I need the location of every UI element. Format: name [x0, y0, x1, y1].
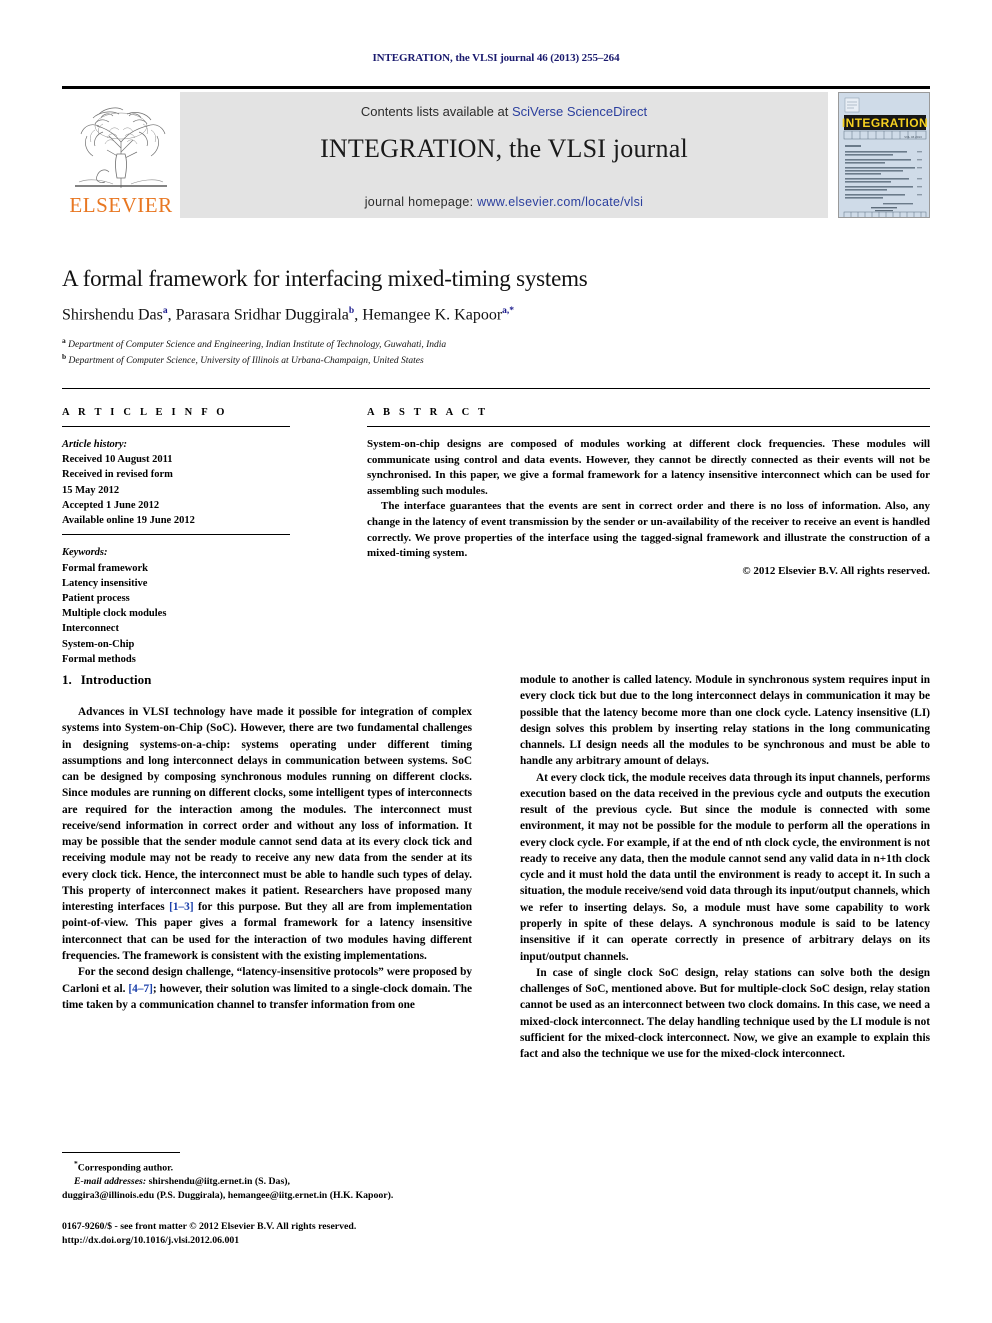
author-name: Shirshendu Das [62, 306, 163, 324]
author-affil-mark: a [162, 306, 168, 316]
keyword-item: Patient process [62, 592, 130, 604]
keywords-block: Keywords: Formal framework Latency insen… [62, 545, 290, 667]
keyword-item: Interconnect [62, 623, 119, 635]
history-item: Received in revised form [62, 469, 173, 481]
affiliation: a Department of Computer Science and Eng… [62, 336, 930, 352]
article-history-label: Article history: [62, 439, 128, 450]
body-paragraph: Advances in VLSI technology have made it… [62, 706, 472, 962]
elsevier-tree-icon [75, 107, 167, 188]
section-title: Introduction [80, 672, 152, 687]
journal-homepage-line: journal homepage: www.elsevier.com/locat… [180, 195, 828, 209]
article-info-rule [62, 426, 290, 427]
abstract-paragraph: System-on-chip designs are composed of m… [367, 438, 930, 497]
citation-reference[interactable]: [4–7] [128, 983, 152, 995]
title-block: A formal framework for interfacing mixed… [62, 266, 930, 368]
article-info-heading: A R T I C L E I N F O [62, 407, 228, 418]
section-number: 1. [62, 672, 72, 687]
svg-text:VOL 46 2013: VOL 46 2013 [904, 135, 922, 139]
article-info-column: A R T I C L E I N F O Article history: R… [62, 407, 290, 667]
author-affil-mark: a,* [502, 306, 515, 316]
contents-prefix: Contents lists available at [360, 104, 512, 119]
issn-copyright-block: 0167-9260/$ - see front matter © 2012 El… [62, 1220, 492, 1248]
sciencedirect-link[interactable]: SciVerse ScienceDirect [512, 104, 647, 119]
running-head: INTEGRATION, the VLSI journal 46 (2013) … [372, 52, 620, 64]
keyword-item: Formal framework [62, 562, 149, 574]
affiliation-text: Department of Computer Science, Universi… [68, 356, 424, 367]
affiliation: b Department of Computer Science, Univer… [62, 352, 930, 368]
page-title: A formal framework for interfacing mixed… [62, 266, 588, 291]
elsevier-logo: ELSEVIER [62, 92, 180, 218]
article-history-block: Article history: Received 10 August 2011… [62, 437, 290, 534]
history-item: Received 10 August 2011 [62, 454, 173, 466]
history-item: Accepted 1 June 2012 [62, 499, 160, 511]
section-heading: 1. Introduction [62, 672, 472, 688]
masthead-band: Contents lists available at SciVerse Sci… [180, 92, 828, 218]
doi-line[interactable]: http://dx.doi.org/10.1016/j.vlsi.2012.06… [62, 1234, 492, 1248]
journal-title: INTEGRATION, the VLSI journal [320, 134, 688, 163]
keyword-item: System-on-Chip [62, 638, 135, 650]
body-paragraph: module to another is called latency. Mod… [520, 674, 930, 768]
journal-cover-image: INTEGRATION VOL 46 2013 [839, 93, 929, 217]
issn-line: 0167-9260/$ - see front matter © 2012 El… [62, 1221, 357, 1232]
footnote-block: *Corresponding author. E-mail addresses:… [62, 1152, 472, 1203]
email-label: E-mail addresses: [74, 1176, 147, 1188]
journal-masthead: ELSEVIER Contents lists available at Sci… [62, 86, 930, 218]
email-addresses-line[interactable]: duggira3@illinois.edu (P.S. Duggirala), … [62, 1189, 472, 1203]
history-item: 15 May 2012 [62, 484, 120, 496]
body-column-left: 1. Introduction Advances in VLSI technolo… [62, 672, 472, 1062]
author-list: Shirshendu Dasa, Parasara Sridhar Duggir… [62, 306, 515, 324]
abstract-rule [367, 426, 930, 427]
journal-homepage-link[interactable]: www.elsevier.com/locate/vlsi [477, 195, 643, 209]
abstract-heading: A B S T R A C T [367, 407, 489, 418]
body-paragraph: For the second design challenge, “latenc… [62, 966, 473, 1011]
abstract-column: A B S T R A C T System-on-chip designs a… [367, 407, 930, 667]
homepage-prefix: journal homepage: [364, 195, 478, 209]
svg-text:INTEGRATION: INTEGRATION [842, 116, 928, 130]
body-paragraph: At every clock tick, the module receives… [520, 771, 930, 963]
journal-cover-thumbnail: INTEGRATION VOL 46 2013 [838, 92, 930, 218]
keyword-item: Multiple clock modules [62, 608, 167, 620]
corresponding-author-text: Corresponding author. [77, 1162, 174, 1174]
keywords-label: Keywords: [62, 547, 108, 559]
elsevier-wordmark: ELSEVIER [69, 193, 173, 217]
abstract-paragraph: The interface guarantees that the events… [367, 500, 930, 560]
body-column-right: module to another is called latency. Mod… [520, 672, 930, 1062]
email-addresses-line: E-mail addresses: shirshendu@iitg.ernet.… [62, 1175, 472, 1189]
body-paragraph: In case of single clock SoC design, rela… [520, 966, 930, 1061]
citation-reference[interactable]: [1–3] [169, 901, 193, 913]
history-item: Available online 19 June 2012 [62, 515, 195, 527]
author-affil-mark: b [348, 306, 355, 316]
email-value[interactable]: shirshendu@iitg.ernet.in (S. Das), [149, 1176, 290, 1187]
body-columns: 1. Introduction Advances in VLSI technolo… [62, 672, 930, 1062]
article-history-rule [62, 534, 290, 536]
keyword-item: Formal methods [62, 653, 136, 665]
info-abstract-region: A R T I C L E I N F O Article history: R… [62, 388, 930, 667]
affiliation-mark: a [62, 336, 66, 346]
article-page: INTEGRATION, the VLSI journal 46 (2013) … [0, 0, 992, 1323]
affiliation-text: Department of Computer Science and Engin… [68, 340, 447, 351]
corresponding-author-note: *Corresponding author. [62, 1159, 472, 1175]
contents-available-line: Contents lists available at SciVerse Sci… [180, 104, 828, 119]
author-name: Hemangee K. Kapoor [362, 306, 503, 324]
author-name: Parasara Sridhar Duggirala [175, 306, 349, 324]
keyword-item: Latency insensitive [62, 577, 148, 589]
affiliation-mark: b [62, 352, 67, 362]
footnote-rule [62, 1152, 180, 1153]
abstract-copyright: © 2012 Elsevier B.V. All rights reserved… [742, 564, 930, 577]
